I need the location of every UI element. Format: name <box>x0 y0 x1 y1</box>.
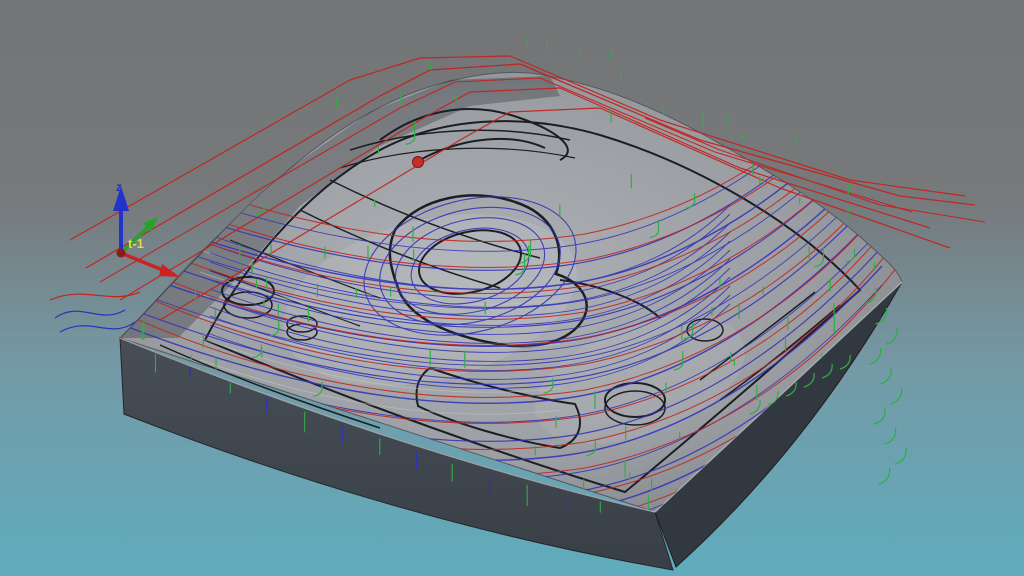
triad-origin-dot <box>117 249 126 258</box>
toolpath-overhang-left <box>50 292 140 332</box>
coordinate-system-label: t-1 <box>128 236 144 251</box>
machined-part-model[interactable] <box>120 72 902 570</box>
toolpath-start-marker[interactable] <box>413 157 424 168</box>
z-axis-label: z <box>116 180 122 194</box>
coordinate-triad: z t-1 <box>113 180 180 277</box>
3d-viewport[interactable]: z t-1 <box>0 0 1024 576</box>
z-axis-arrow-icon <box>113 186 129 253</box>
